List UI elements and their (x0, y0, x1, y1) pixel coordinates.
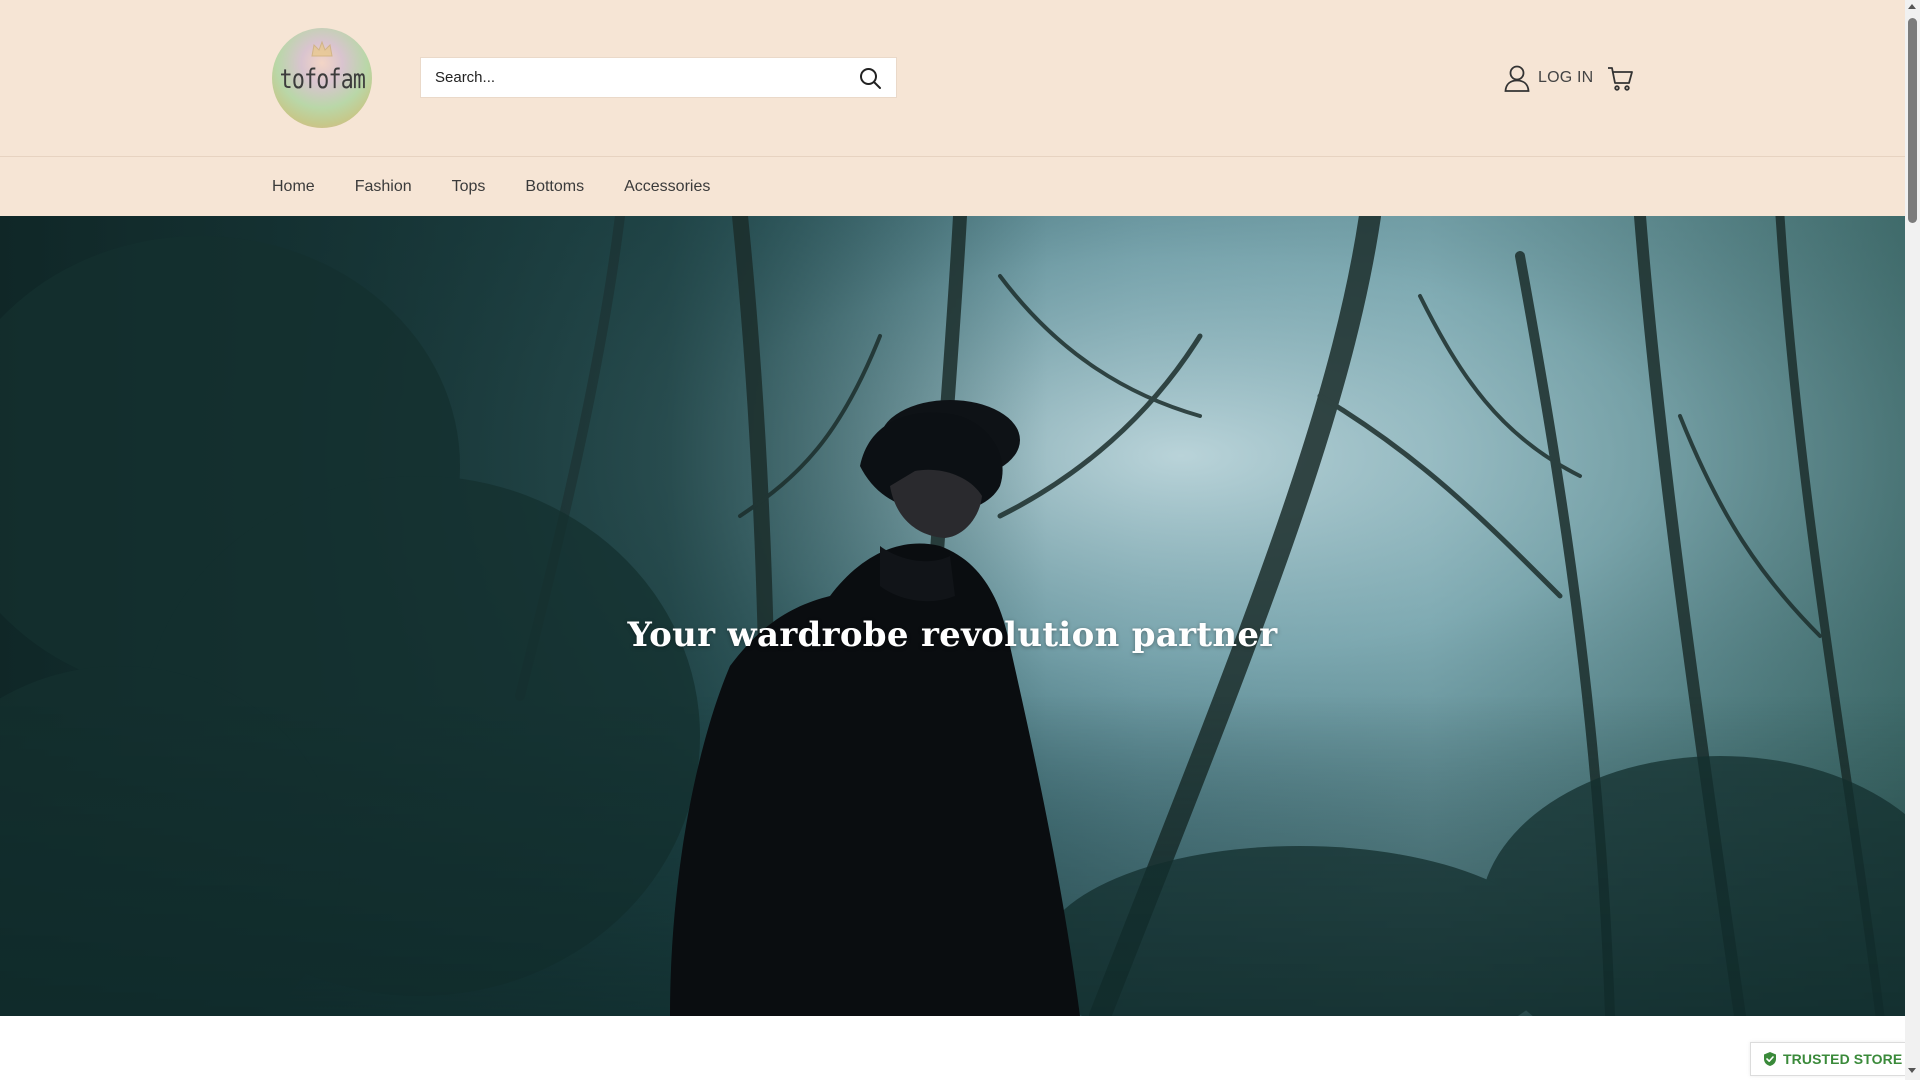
crown-icon (311, 40, 333, 57)
search-button[interactable] (844, 58, 896, 97)
shield-check-icon (1764, 1052, 1776, 1066)
main-nav: Home Fashion Tops Bottoms Accessories (0, 157, 1905, 216)
site-logo[interactable]: tofofam (272, 28, 372, 128)
cart-icon (1608, 67, 1633, 91)
nav-item-accessories[interactable]: Accessories (624, 178, 710, 196)
search-icon (860, 67, 881, 89)
scroll-thumb[interactable] (1908, 18, 1917, 223)
search-bar (420, 57, 897, 98)
login-link[interactable]: LOG IN (1504, 64, 1593, 92)
cart-button[interactable] (1606, 64, 1634, 92)
browser-viewport: tofofam LOG IN (0, 0, 1920, 1080)
trusted-store-label: TRUSTED STORE (1783, 1051, 1903, 1067)
scroll-down-arrow-icon[interactable] (1908, 1068, 1916, 1073)
hero-banner: Your wardrobe revolution partner (0, 216, 1905, 1016)
nav-item-fashion[interactable]: Fashion (355, 178, 412, 196)
login-label: LOG IN (1538, 69, 1594, 86)
vertical-scrollbar[interactable] (1905, 0, 1920, 1080)
user-icon (1504, 65, 1530, 92)
site-header: tofofam LOG IN (0, 0, 1905, 157)
logo-text: tofofam (279, 63, 365, 95)
scroll-up-arrow-icon[interactable] (1908, 4, 1916, 9)
nav-item-tops[interactable]: Tops (452, 178, 486, 196)
search-input[interactable] (421, 58, 844, 97)
hero-title: Your wardrobe revolution partner (627, 614, 1278, 655)
nav-item-home[interactable]: Home (272, 178, 315, 196)
nav-item-bottoms[interactable]: Bottoms (525, 178, 584, 196)
page: tofofam LOG IN (0, 0, 1905, 1080)
trusted-store-badge[interactable]: TRUSTED STORE (1750, 1042, 1905, 1076)
